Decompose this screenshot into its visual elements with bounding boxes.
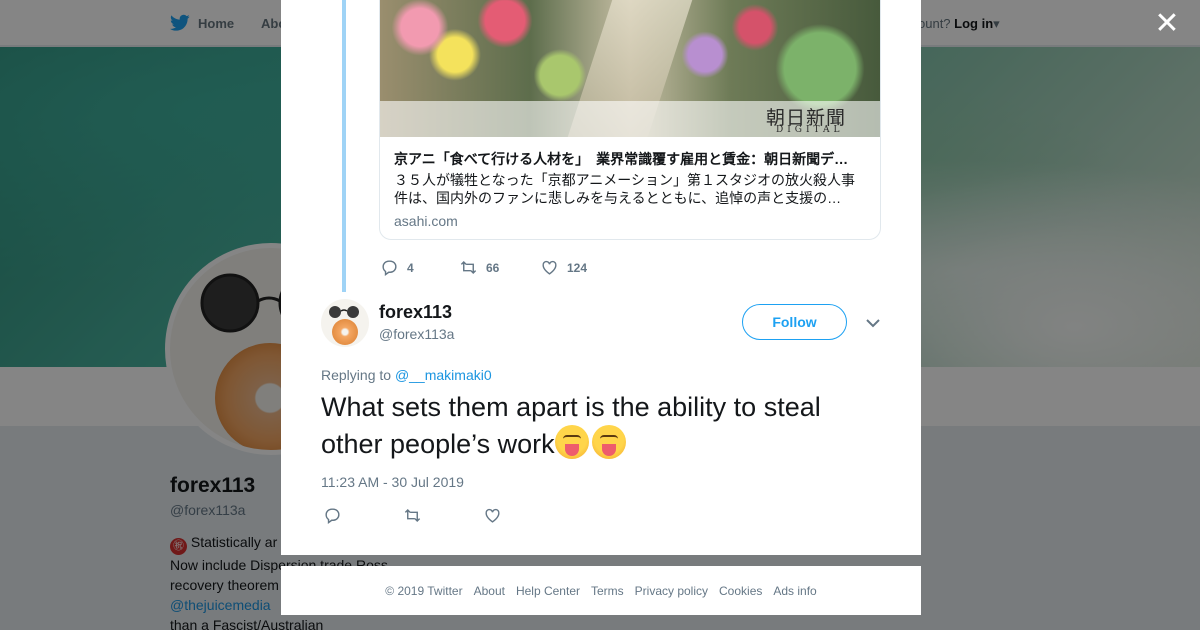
reply-button[interactable] — [323, 506, 403, 525]
retweet-icon — [404, 508, 421, 523]
replying-to-label: Replying to — [321, 367, 392, 383]
sunglasses-graphic — [329, 306, 359, 318]
footer-link-terms[interactable]: Terms — [591, 584, 624, 598]
footer: © 2019 Twitter About Help Center Terms P… — [281, 566, 921, 615]
retweet-button[interactable] — [403, 506, 483, 525]
like-button[interactable]: 124 — [540, 258, 587, 277]
reply-icon — [382, 260, 397, 277]
reply-count: 4 — [407, 260, 414, 275]
retweet-icon — [460, 260, 477, 275]
tweet-permalink-modal: 朝日新聞 DIGITAL 京アニ「食べて行ける人材を」 業界常識覆す雇用と賃金：… — [281, 0, 921, 555]
tweet-actions — [323, 506, 502, 525]
parent-tweet-actions: 4 66 124 — [380, 258, 587, 277]
tweet-timestamp[interactable]: 11:23 AM - 30 Jul 2019 — [321, 474, 464, 490]
tweet-author-handle[interactable]: @forex113a — [379, 326, 454, 342]
tweet-text: What sets them apart is the ability to s… — [321, 390, 881, 462]
tweet-author-avatar[interactable] — [321, 299, 369, 347]
reply-button[interactable]: 4 — [380, 258, 459, 277]
replying-to: Replying to @__makimaki0 — [321, 367, 492, 383]
footer-link-ads-info[interactable]: Ads info — [773, 584, 816, 598]
like-count: 124 — [567, 260, 588, 275]
retweet-count: 66 — [486, 260, 500, 275]
card-image: 朝日新聞 DIGITAL — [380, 0, 880, 137]
card-title: 京アニ「食べて行ける人材を」 業界常識覆す雇用と賃金：朝日新聞デ… — [394, 151, 849, 167]
reply-icon — [325, 508, 340, 525]
card-domain: asahi.com — [394, 213, 458, 229]
retweet-button[interactable]: 66 — [459, 258, 540, 277]
donut-graphic — [332, 319, 358, 345]
footer-link-help-center[interactable]: Help Center — [516, 584, 580, 598]
tweet-author-name[interactable]: forex113 — [379, 302, 452, 323]
replying-to-mention-link[interactable]: @__makimaki0 — [395, 367, 492, 383]
card-description: ３５人が犠牲となった「京都アニメーション」第１スタジオの放火殺人事件は、国内外の… — [394, 172, 856, 206]
footer-link-about[interactable]: About — [474, 584, 505, 598]
follow-button[interactable]: Follow — [742, 304, 847, 340]
link-preview-card[interactable]: 朝日新聞 DIGITAL 京アニ「食べて行ける人材を」 業界常識覆す雇用と賃金：… — [379, 0, 881, 240]
like-button[interactable] — [483, 506, 502, 525]
heart-icon — [485, 508, 500, 523]
conversation-thread-line — [342, 0, 346, 292]
heart-icon — [542, 260, 557, 275]
footer-copyright: © 2019 Twitter — [385, 583, 463, 598]
tongue-out-emoji-icon — [554, 425, 589, 459]
card-image-watermark-sub: DIGITAL — [776, 125, 844, 135]
tongue-out-emoji-icon — [591, 425, 626, 459]
chevron-down-icon[interactable] — [864, 314, 882, 332]
footer-link-privacy[interactable]: Privacy policy — [635, 584, 708, 598]
footer-link-cookies[interactable]: Cookies — [719, 584, 762, 598]
close-icon[interactable]: ✕ — [1152, 9, 1182, 40]
